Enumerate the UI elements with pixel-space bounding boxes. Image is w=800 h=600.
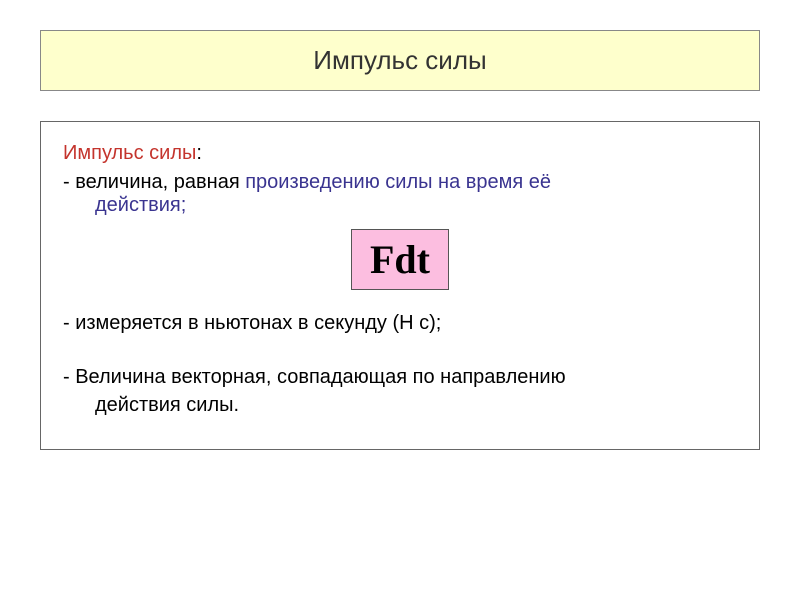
formula-container: Fdt	[63, 229, 737, 290]
term-label: Импульс силы	[63, 142, 196, 164]
term-colon: :	[196, 142, 202, 164]
definition-line-2: действия;	[63, 194, 737, 217]
bullet-vector-line-2: действия силы.	[63, 391, 737, 419]
title-banner: Импульс силы	[40, 30, 760, 91]
bullet-vector: - Величина векторная, совпадающая по нап…	[63, 363, 737, 419]
bullet-measurement: - измеряется в ньютонах в секунду (Н с);	[63, 312, 737, 335]
formula-box: Fdt	[351, 229, 449, 290]
term-line: Импульс силы:	[63, 142, 737, 165]
definition-prefix: - величина, равная	[63, 171, 245, 193]
definition-highlight-1: произведению силы на время её	[245, 171, 551, 193]
definition-line-1: - величина, равная произведению силы на …	[63, 171, 737, 194]
formula-text: Fdt	[370, 237, 430, 282]
content-panel: Импульс силы: - величина, равная произве…	[40, 121, 760, 450]
bullet-vector-line-1: - Величина векторная, совпадающая по нап…	[63, 363, 737, 391]
slide-title: Импульс силы	[61, 45, 739, 76]
